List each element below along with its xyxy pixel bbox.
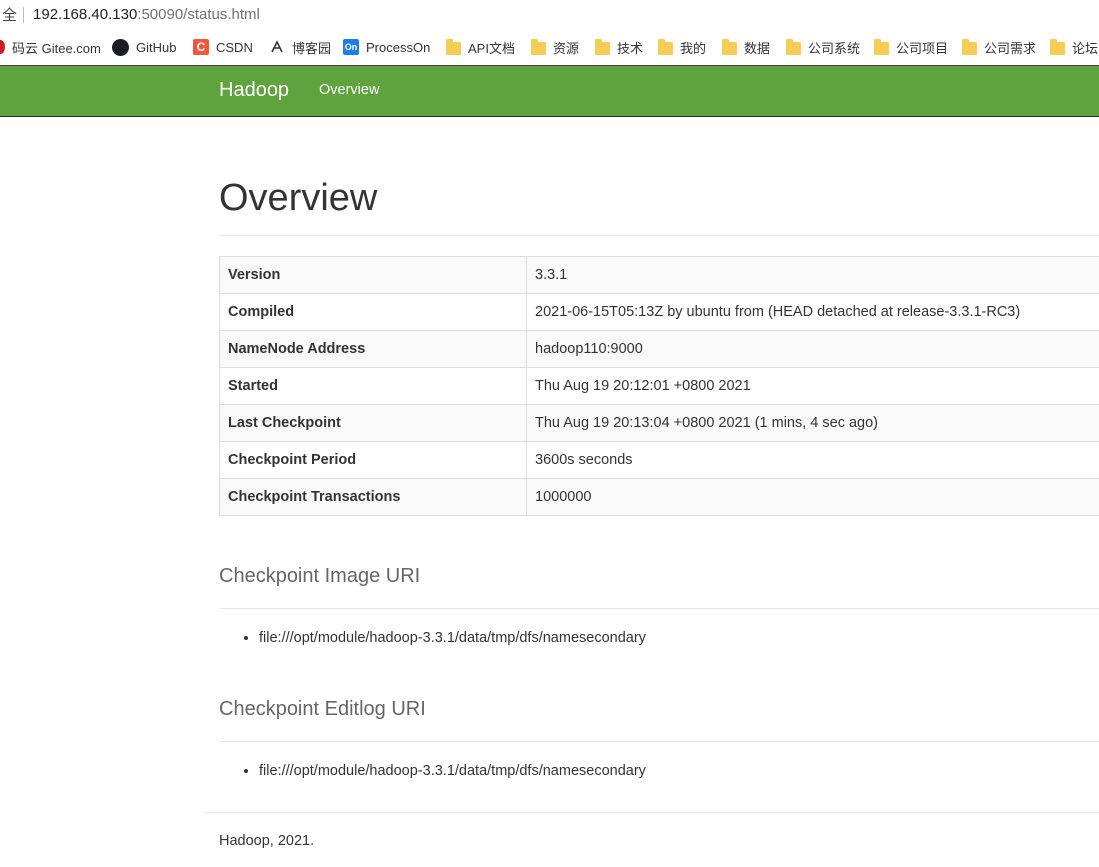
bookmark-label: 论坛	[1072, 40, 1099, 56]
section-divider	[219, 608, 1099, 609]
bookmarks-bar: 码云 Gitee.com GitHub C CSDN 博客园 On Proces…	[0, 29, 1099, 65]
section-title-image-uri: Checkpoint Image URI	[219, 565, 421, 587]
bookmark-label: 技术	[617, 40, 644, 56]
bookmark-label: GitHub	[136, 39, 177, 55]
row-label: Checkpoint Transactions	[219, 478, 527, 516]
brand-link[interactable]: Hadoop	[219, 79, 289, 102]
bookmark-label: 公司系统	[808, 40, 861, 56]
row-value: 3600s seconds	[526, 441, 1099, 479]
hadoop-navbar: Hadoop Overview	[0, 65, 1099, 117]
row-label: Last Checkpoint	[219, 404, 527, 442]
bookmark-folder-forums[interactable]: 论坛	[1050, 29, 1099, 65]
folder-icon	[722, 38, 737, 55]
bookmark-label: 资源	[553, 40, 580, 56]
bookmark-cnblogs[interactable]: 博客园	[269, 29, 343, 65]
table-row: NameNode Address hadoop110:9000	[219, 330, 1099, 368]
bookmark-folder-resources[interactable]: 资源	[531, 29, 595, 65]
list-item: file:///opt/module/hadoop-3.3.1/data/tmp…	[259, 628, 646, 648]
editlog-uri-list: file:///opt/module/hadoop-3.3.1/data/tmp…	[219, 761, 646, 781]
row-value: 1000000	[526, 478, 1099, 516]
table-row: Started Thu Aug 19 20:12:01 +0800 2021	[219, 367, 1099, 405]
processon-icon: On	[343, 39, 359, 55]
folder-icon	[531, 38, 546, 55]
bookmark-label: 公司需求	[984, 40, 1037, 56]
bookmark-label: 码云 Gitee.com	[12, 40, 101, 56]
title-divider	[219, 235, 1099, 236]
row-label: NameNode Address	[219, 330, 527, 368]
table-row: Last Checkpoint Thu Aug 19 20:13:04 +080…	[219, 404, 1099, 442]
bookmark-folder-api[interactable]: API文档	[446, 29, 531, 65]
url-host[interactable]: 192.168.40.130	[33, 6, 137, 23]
overview-table: Version 3.3.1 Compiled 2021-06-15T05:13Z…	[219, 256, 1099, 516]
folder-icon	[874, 38, 889, 55]
bookmark-label: 数据	[744, 40, 771, 56]
address-divider	[23, 6, 25, 23]
bookmark-gitee[interactable]: 码云 Gitee.com	[0, 29, 112, 65]
csdn-icon: C	[193, 39, 209, 55]
bookmark-folder-company-system[interactable]: 公司系统	[786, 29, 874, 65]
table-row: Checkpoint Transactions 1000000	[219, 478, 1099, 516]
row-value: Thu Aug 19 20:13:04 +0800 2021 (1 mins, …	[526, 404, 1099, 442]
bookmark-folder-company-projects[interactable]: 公司项目	[874, 29, 962, 65]
row-label: Checkpoint Period	[219, 441, 527, 479]
folder-icon	[962, 38, 977, 55]
bookmark-label: CSDN	[216, 39, 253, 55]
table-row: Checkpoint Period 3600s seconds	[219, 441, 1099, 479]
row-value: hadoop110:9000	[526, 330, 1099, 368]
folder-icon	[1050, 38, 1065, 55]
list-item: file:///opt/module/hadoop-3.3.1/data/tmp…	[259, 761, 646, 781]
row-label: Version	[219, 256, 527, 294]
footer-text: Hadoop, 2021.	[219, 833, 315, 849]
footer-divider	[204, 812, 1099, 813]
bookmark-folder-tech[interactable]: 技术	[595, 29, 658, 65]
folder-icon	[658, 38, 673, 55]
row-value: 2021-06-15T05:13Z by ubuntu from (HEAD d…	[526, 293, 1099, 331]
row-value: 3.3.1	[526, 256, 1099, 294]
table-row: Version 3.3.1	[219, 256, 1099, 294]
row-value: Thu Aug 19 20:12:01 +0800 2021	[526, 367, 1099, 405]
bookmark-label: 我的	[680, 40, 707, 56]
gitee-icon	[0, 40, 5, 54]
bookmark-label: 博客园	[292, 40, 332, 56]
address-bar[interactable]: 全 192.168.40.130 :50090/status.html	[0, 0, 1099, 29]
bookmark-label: 公司项目	[896, 40, 949, 56]
bookmark-folder-data[interactable]: 数据	[722, 29, 786, 65]
bookmark-folder-company-requirements[interactable]: 公司需求	[962, 29, 1050, 65]
image-uri-list: file:///opt/module/hadoop-3.3.1/data/tmp…	[219, 628, 646, 648]
bookmark-github[interactable]: GitHub	[112, 29, 193, 65]
table-row: Compiled 2021-06-15T05:13Z by ubuntu fro…	[219, 293, 1099, 331]
url-path[interactable]: :50090/status.html	[137, 6, 260, 23]
cnblogs-icon	[269, 39, 285, 55]
section-divider	[219, 741, 1099, 742]
bookmark-folder-mine[interactable]: 我的	[658, 29, 722, 65]
folder-icon	[446, 38, 461, 55]
folder-icon	[595, 38, 610, 55]
row-label: Compiled	[219, 293, 527, 331]
bookmark-processon[interactable]: On ProcessOn	[343, 29, 446, 65]
page-title: Overview	[219, 177, 378, 219]
bookmark-csdn[interactable]: C CSDN	[193, 29, 269, 65]
github-icon	[112, 38, 129, 56]
bookmark-label: ProcessOn	[366, 39, 431, 55]
folder-icon	[786, 38, 801, 55]
nav-link-overview[interactable]: Overview	[319, 82, 379, 98]
row-label: Started	[219, 367, 527, 405]
bookmark-label: API文档	[468, 40, 515, 56]
site-security-label[interactable]: 全	[0, 4, 17, 25]
section-title-editlog-uri: Checkpoint Editlog URI	[219, 698, 426, 720]
